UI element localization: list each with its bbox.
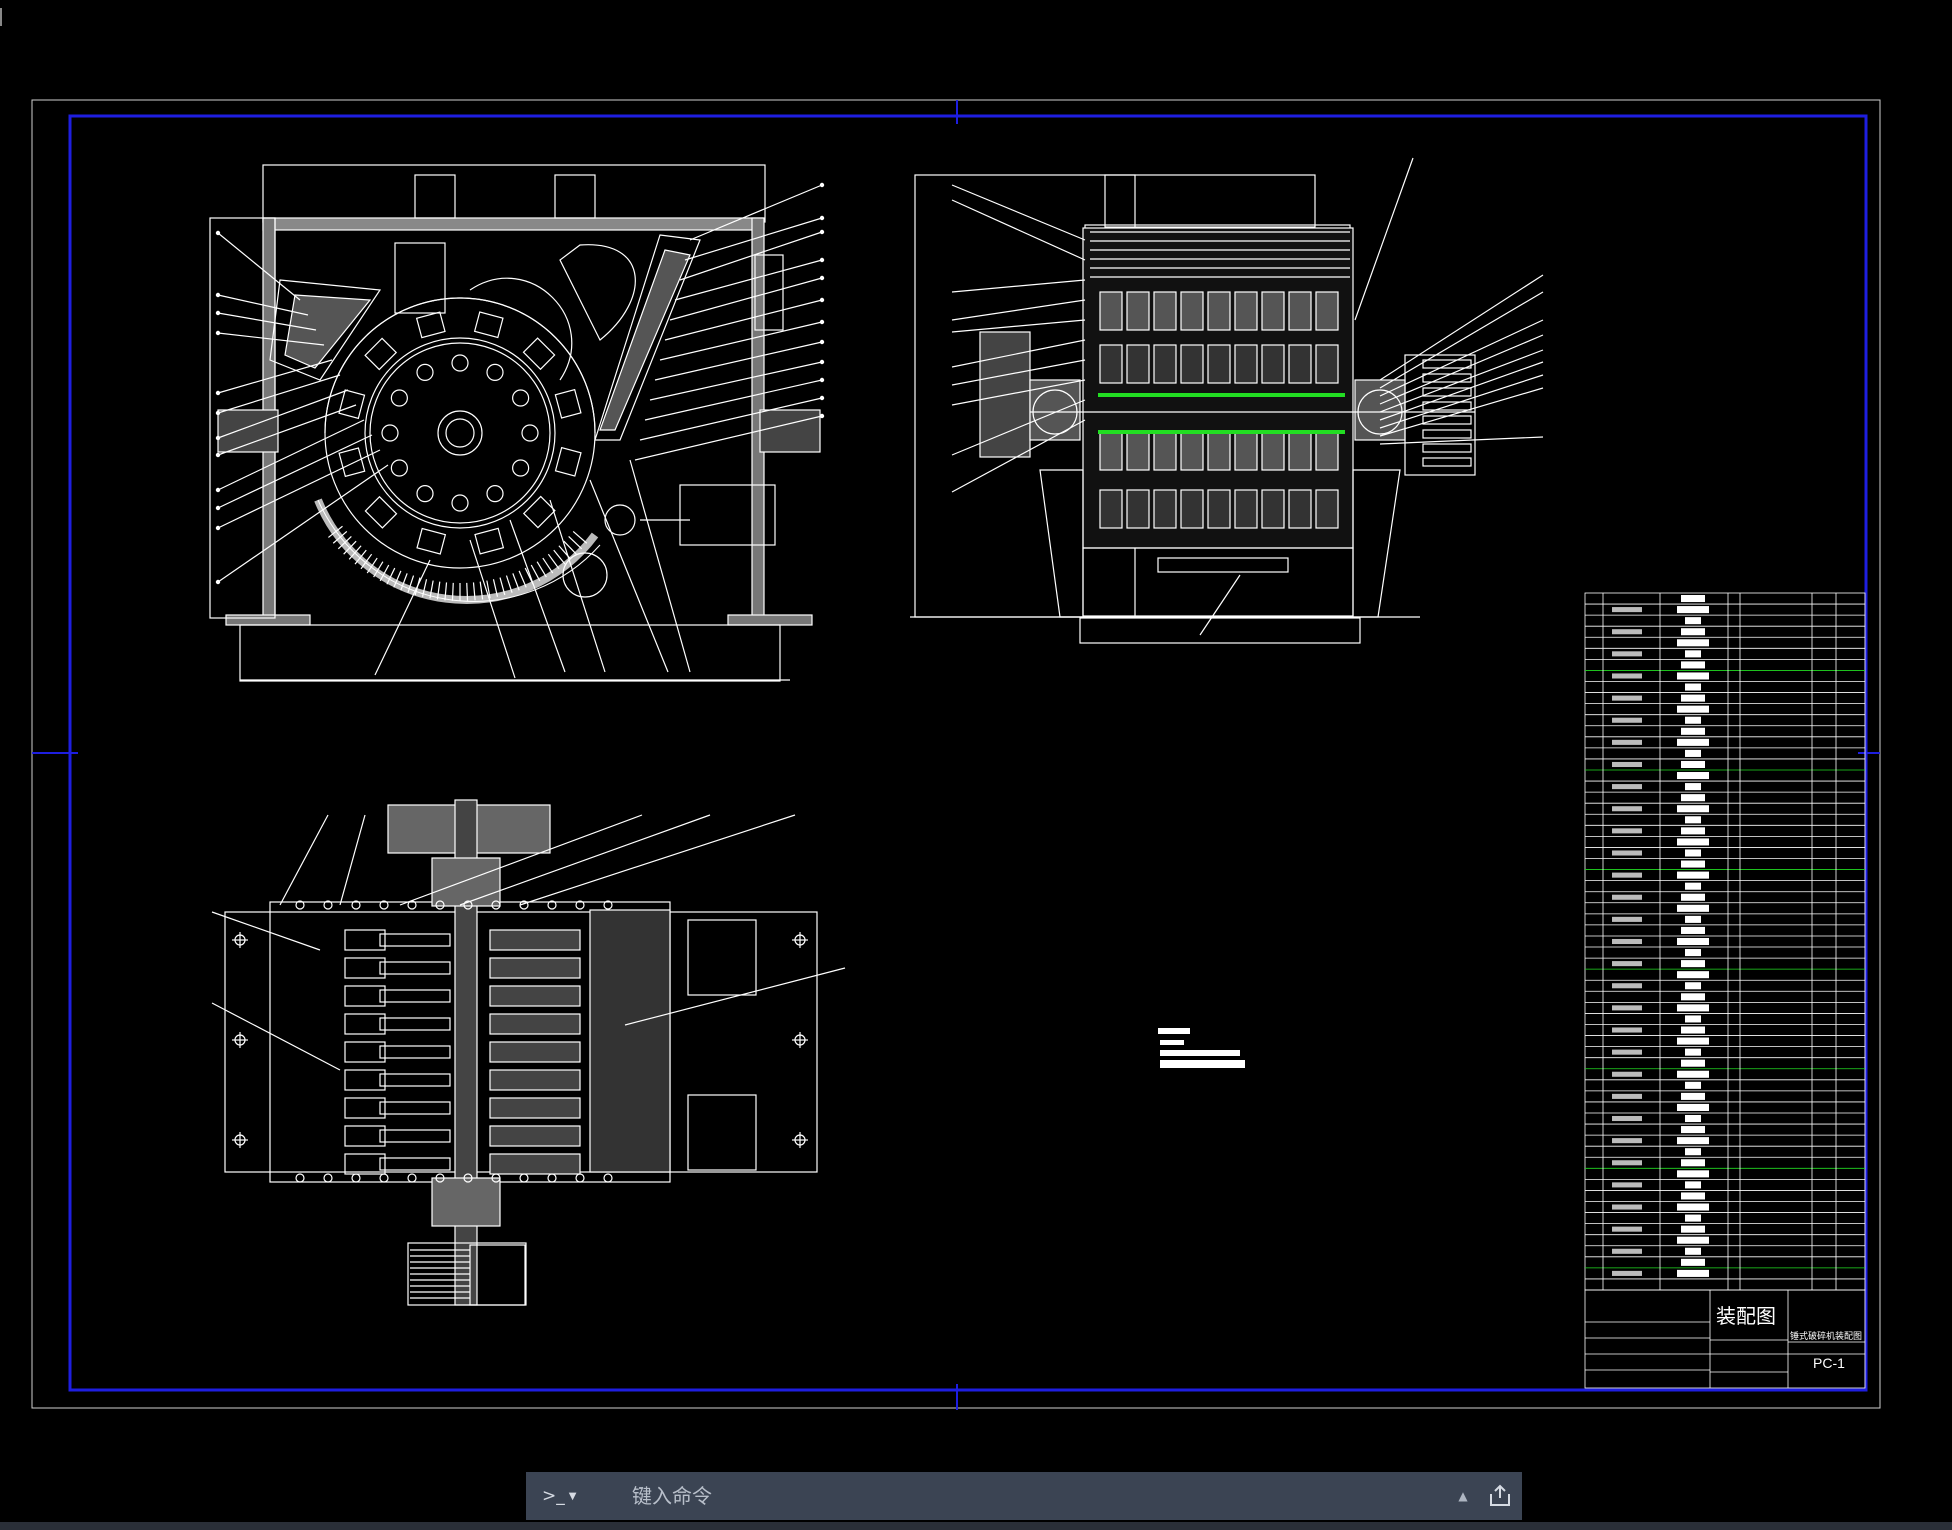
note-block bbox=[1158, 1028, 1245, 1068]
drawing-canvas[interactable] bbox=[0, 0, 1952, 1530]
front-view bbox=[209, 164, 825, 682]
share-icon[interactable] bbox=[1478, 1472, 1522, 1520]
drawing-number: PC-1 bbox=[1813, 1355, 1845, 1371]
top-view bbox=[211, 799, 846, 1306]
status-strip bbox=[0, 1522, 1952, 1530]
terminal-prompt-icon: >_ bbox=[542, 1486, 565, 1506]
command-prompt-button[interactable]: >_ ▼ bbox=[526, 1486, 612, 1506]
chevron-down-icon: ▼ bbox=[568, 1490, 577, 1502]
command-input[interactable] bbox=[612, 1483, 1448, 1509]
drawing-subtitle: 锤式破碎机装配图 bbox=[1790, 1332, 1863, 1342]
cad-app: 装配图 锤式破碎机装配图 PC-1 >_ ▼ ▲ bbox=[0, 0, 1952, 1530]
side-view bbox=[910, 157, 1544, 644]
caret-up-icon[interactable]: ▲ bbox=[1448, 1489, 1478, 1503]
drawing-title: 装配图 bbox=[1716, 1304, 1776, 1328]
command-bar: >_ ▼ ▲ bbox=[526, 1472, 1522, 1520]
parts-list-table bbox=[1584, 592, 1866, 1291]
